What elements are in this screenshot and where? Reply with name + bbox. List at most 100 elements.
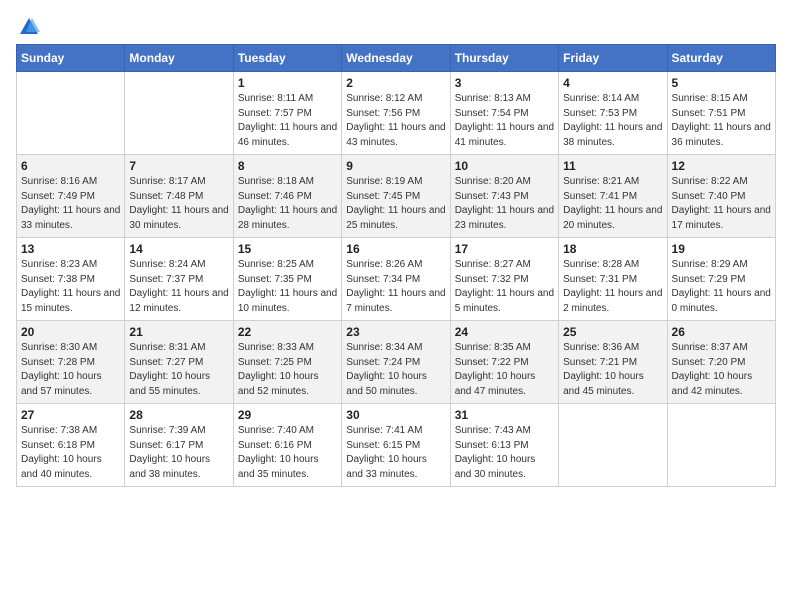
calendar-cell: 1 Sunrise: 8:11 AM Sunset: 7:57 PM Daylig… [233,72,341,155]
weekday-header: Sunday [17,45,125,72]
day-number: 19 [672,242,771,256]
day-number: 4 [563,76,662,90]
calendar-cell: 16 Sunrise: 8:26 AM Sunset: 7:34 PM Dayli… [342,238,450,321]
day-number: 9 [346,159,445,173]
cell-content: Sunrise: 8:19 AM Sunset: 7:45 PM Dayligh… [346,175,445,233]
cell-content: Sunrise: 7:43 AM Sunset: 6:13 PM Dayligh… [455,424,554,482]
calendar-week: 6 Sunrise: 8:16 AM Sunset: 7:49 PM Daylig… [17,155,776,238]
day-number: 8 [238,159,337,173]
day-number: 10 [455,159,554,173]
calendar-cell: 3 Sunrise: 8:13 AM Sunset: 7:54 PM Daylig… [450,72,558,155]
calendar-cell: 14Sunrise: 8:24 AM Sunset: 7:37 PM Dayli… [125,238,233,321]
calendar-cell: 12 Sunrise: 8:22 AM Sunset: 7:40 PM Dayli… [667,155,775,238]
day-number: 31 [455,408,554,422]
cell-content: Sunrise: 8:26 AM Sunset: 7:34 PM Dayligh… [346,258,445,316]
cell-content: Sunrise: 8:29 AM Sunset: 7:29 PM Dayligh… [672,258,771,316]
day-number: 13 [21,242,120,256]
day-number: 5 [672,76,771,90]
cell-content: Sunrise: 8:23 AM Sunset: 7:38 PM Dayligh… [21,258,120,316]
day-number: 24 [455,325,554,339]
calendar-cell: 18Sunrise: 8:28 AM Sunset: 7:31 PM Dayli… [559,238,667,321]
calendar-cell: 5 Sunrise: 8:15 AM Sunset: 7:51 PM Daylig… [667,72,775,155]
cell-content: Sunrise: 7:39 AM Sunset: 6:17 PM Dayligh… [129,424,228,482]
calendar-cell: 23 Sunrise: 8:34 AM Sunset: 7:24 PM Dayli… [342,321,450,404]
calendar-cell: 13 Sunrise: 8:23 AM Sunset: 7:38 PM Dayli… [17,238,125,321]
day-number: 12 [672,159,771,173]
logo [16,16,40,34]
day-number: 29 [238,408,337,422]
calendar-cell: 17Sunrise: 8:27 AM Sunset: 7:32 PM Dayli… [450,238,558,321]
cell-content: Sunrise: 8:16 AM Sunset: 7:49 PM Dayligh… [21,175,120,233]
weekday-header: Tuesday [233,45,341,72]
page-header [16,16,776,34]
day-number: 15 [238,242,337,256]
cell-content: Sunrise: 8:21 AM Sunset: 7:41 PM Dayligh… [563,175,662,233]
day-number: 16 [346,242,445,256]
calendar-cell: 7Sunrise: 8:17 AM Sunset: 7:48 PM Daylig… [125,155,233,238]
calendar-cell: 25 Sunrise: 8:36 AM Sunset: 7:21 PM Dayli… [559,321,667,404]
calendar-cell [559,404,667,487]
calendar-week: 13 Sunrise: 8:23 AM Sunset: 7:38 PM Dayli… [17,238,776,321]
day-number: 22 [238,325,337,339]
cell-content: Sunrise: 8:14 AM Sunset: 7:53 PM Dayligh… [563,92,662,150]
cell-content: Sunrise: 8:18 AM Sunset: 7:46 PM Dayligh… [238,175,337,233]
cell-content: Sunrise: 8:36 AM Sunset: 7:21 PM Dayligh… [563,341,662,399]
day-number: 27 [21,408,120,422]
cell-content: Sunrise: 8:25 AM Sunset: 7:35 PM Dayligh… [238,258,337,316]
day-number: 3 [455,76,554,90]
calendar-cell [667,404,775,487]
day-number: 17 [455,242,554,256]
calendar-cell: 21 Sunrise: 8:31 AM Sunset: 7:27 PM Dayli… [125,321,233,404]
calendar-cell: 26 Sunrise: 8:37 AM Sunset: 7:20 PM Dayli… [667,321,775,404]
calendar-cell: 30 Sunrise: 7:41 AM Sunset: 6:15 PM Dayli… [342,404,450,487]
cell-content: Sunrise: 7:38 AM Sunset: 6:18 PM Dayligh… [21,424,120,482]
cell-content: Sunrise: 7:41 AM Sunset: 6:15 PM Dayligh… [346,424,445,482]
calendar-cell: 24 Sunrise: 8:35 AM Sunset: 7:22 PM Dayli… [450,321,558,404]
weekday-header: Wednesday [342,45,450,72]
calendar-cell: 15 Sunrise: 8:25 AM Sunset: 7:35 PM Dayli… [233,238,341,321]
weekday-header: Friday [559,45,667,72]
cell-content: Sunrise: 8:24 AM Sunset: 7:37 PM Dayligh… [129,258,228,316]
weekday-header: Thursday [450,45,558,72]
weekday-header: Saturday [667,45,775,72]
day-number: 11 [563,159,662,173]
day-number: 28 [129,408,228,422]
calendar-week: 20Sunrise: 8:30 AM Sunset: 7:28 PM Dayli… [17,321,776,404]
cell-content: Sunrise: 8:35 AM Sunset: 7:22 PM Dayligh… [455,341,554,399]
day-number: 7 [129,159,228,173]
calendar-cell [125,72,233,155]
calendar-cell: 27 Sunrise: 7:38 AM Sunset: 6:18 PM Dayli… [17,404,125,487]
calendar-cell: 31 Sunrise: 7:43 AM Sunset: 6:13 PM Dayli… [450,404,558,487]
day-number: 26 [672,325,771,339]
day-number: 6 [21,159,120,173]
cell-content: Sunrise: 8:37 AM Sunset: 7:20 PM Dayligh… [672,341,771,399]
cell-content: Sunrise: 8:31 AM Sunset: 7:27 PM Dayligh… [129,341,228,399]
cell-content: Sunrise: 8:34 AM Sunset: 7:24 PM Dayligh… [346,341,445,399]
calendar-cell: 8 Sunrise: 8:18 AM Sunset: 7:46 PM Daylig… [233,155,341,238]
calendar-cell: 20Sunrise: 8:30 AM Sunset: 7:28 PM Dayli… [17,321,125,404]
header-row: SundayMondayTuesdayWednesdayThursdayFrid… [17,45,776,72]
cell-content: Sunrise: 8:15 AM Sunset: 7:51 PM Dayligh… [672,92,771,150]
cell-content: Sunrise: 8:22 AM Sunset: 7:40 PM Dayligh… [672,175,771,233]
day-number: 18 [563,242,662,256]
cell-content: Sunrise: 8:11 AM Sunset: 7:57 PM Dayligh… [238,92,337,150]
calendar-cell: 4 Sunrise: 8:14 AM Sunset: 7:53 PM Daylig… [559,72,667,155]
day-number: 21 [129,325,228,339]
day-number: 30 [346,408,445,422]
cell-content: Sunrise: 7:40 AM Sunset: 6:16 PM Dayligh… [238,424,337,482]
day-number: 2 [346,76,445,90]
day-number: 25 [563,325,662,339]
cell-content: Sunrise: 8:13 AM Sunset: 7:54 PM Dayligh… [455,92,554,150]
day-number: 23 [346,325,445,339]
day-number: 20 [21,325,120,339]
weekday-header: Monday [125,45,233,72]
cell-content: Sunrise: 8:20 AM Sunset: 7:43 PM Dayligh… [455,175,554,233]
calendar-cell: 2Sunrise: 8:12 AM Sunset: 7:56 PM Daylig… [342,72,450,155]
calendar-cell: 22 Sunrise: 8:33 AM Sunset: 7:25 PM Dayli… [233,321,341,404]
logo-icon [18,16,40,38]
cell-content: Sunrise: 8:33 AM Sunset: 7:25 PM Dayligh… [238,341,337,399]
calendar-cell: 6 Sunrise: 8:16 AM Sunset: 7:49 PM Daylig… [17,155,125,238]
calendar-body: 1 Sunrise: 8:11 AM Sunset: 7:57 PM Daylig… [17,72,776,487]
calendar-table: SundayMondayTuesdayWednesdayThursdayFrid… [16,44,776,487]
day-number: 1 [238,76,337,90]
